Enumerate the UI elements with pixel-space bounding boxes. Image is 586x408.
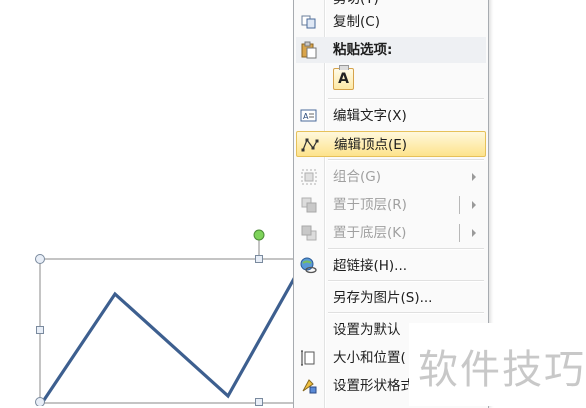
menu-item-copy[interactable]: 复制(C) xyxy=(296,9,486,35)
menu-item-label: 编辑顶点(E) xyxy=(334,137,408,153)
hyperlink-icon xyxy=(300,257,318,275)
resize-handle-bottom-left[interactable] xyxy=(35,397,45,407)
resize-handle-top[interactable] xyxy=(255,255,263,263)
menu-item-bring-to-front[interactable]: 置于顶层(R) xyxy=(296,192,486,218)
menu-item-label: 设置形状格式 xyxy=(333,378,414,394)
menu-separator xyxy=(328,159,484,161)
menu-separator xyxy=(328,312,484,314)
resize-handle-top-left[interactable] xyxy=(35,254,45,264)
format-shape-icon xyxy=(300,377,318,395)
menu-item-save-as-picture[interactable]: 另存为图片(S)... xyxy=(296,285,486,311)
copy-icon xyxy=(300,13,318,31)
resize-handle-bottom[interactable] xyxy=(255,398,263,406)
selection-frame xyxy=(39,258,301,404)
svg-text:A: A xyxy=(303,112,309,121)
menu-item-edit-points[interactable]: 编辑顶点(E) xyxy=(296,131,486,157)
freeform-shape[interactable] xyxy=(40,267,302,404)
menu-item-label: 置于顶层(R) xyxy=(333,197,407,213)
bring-to-front-icon xyxy=(300,196,318,214)
menu-separator xyxy=(328,98,484,100)
submenu-arrow-icon xyxy=(472,173,476,181)
submenu-arrow-icon[interactable] xyxy=(472,201,476,209)
menu-item-label: 置于底层(K) xyxy=(333,225,407,241)
rotate-handle[interactable] xyxy=(253,229,265,241)
menu-item-label: 超链接(H)... xyxy=(333,258,408,274)
menu-item-label: 组合(G) xyxy=(333,169,381,185)
menu-item-label: 粘贴选项: xyxy=(333,42,393,58)
menu-item-send-to-back[interactable]: 置于底层(K) xyxy=(296,220,486,246)
paste-keep-text-only-button[interactable]: A xyxy=(333,65,354,90)
resize-handle-left[interactable] xyxy=(36,326,44,334)
edit-points-icon xyxy=(301,136,319,154)
menu-item-label: 另存为图片(S)... xyxy=(333,290,433,306)
paste-option-label: A xyxy=(338,71,349,87)
split-divider xyxy=(459,196,460,214)
menu-item-label: 复制(C) xyxy=(333,14,380,30)
menu-separator xyxy=(328,248,484,250)
submenu-arrow-icon[interactable] xyxy=(472,229,476,237)
menu-item-label: 大小和位置( xyxy=(333,350,406,366)
edit-text-icon: A xyxy=(300,107,318,125)
split-divider xyxy=(459,224,460,242)
menu-separator xyxy=(328,280,484,282)
send-to-back-icon xyxy=(300,224,318,242)
size-position-icon xyxy=(300,349,318,367)
group-icon xyxy=(300,168,318,186)
menu-item-label: 设置为默认 xyxy=(333,322,401,338)
menu-item-group[interactable]: 组合(G) xyxy=(296,164,486,190)
clipboard-clip-icon xyxy=(339,65,349,70)
watermark-text: 软件技巧 xyxy=(418,347,586,393)
menu-item-edit-text[interactable]: A 编辑文字(X) xyxy=(296,103,486,129)
menu-item-label: 编辑文字(X) xyxy=(333,108,407,124)
paste-icon xyxy=(300,41,318,59)
menu-item-paste-options: 粘贴选项: xyxy=(296,37,486,63)
menu-item-hyperlink[interactable]: 超链接(H)... xyxy=(296,253,486,279)
